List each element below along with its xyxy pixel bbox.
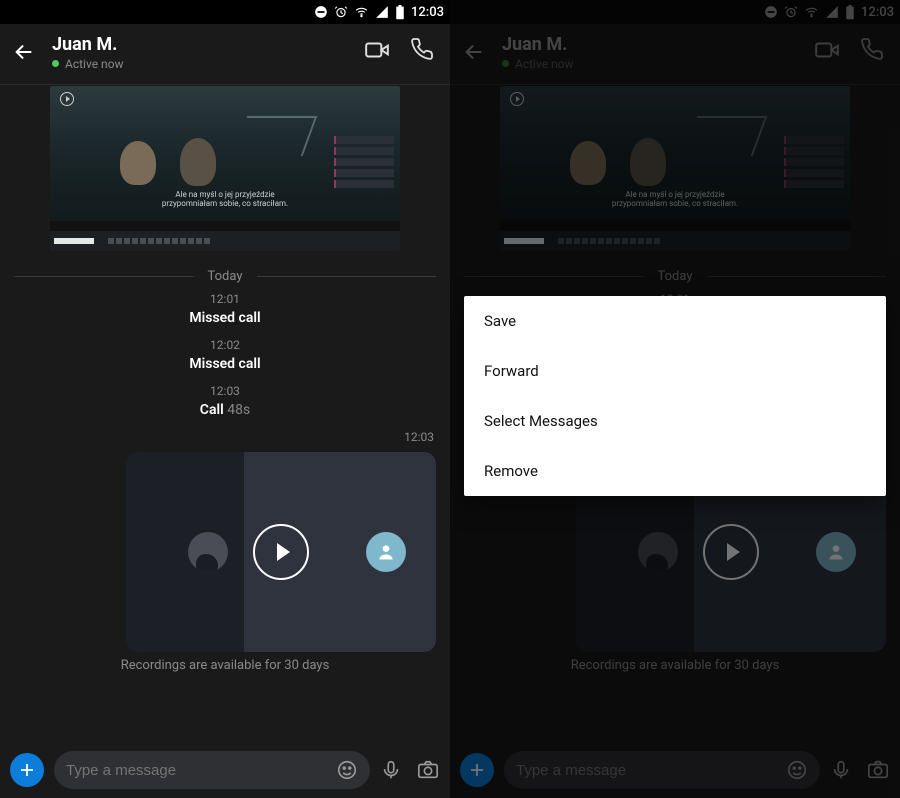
menu-item-forward[interactable]: Forward [464, 346, 886, 396]
participant-avatar [366, 532, 406, 572]
image-message[interactable]: Ale na myśl o jej przyjeździeprzypomniał… [50, 86, 400, 251]
status-time: 12:03 [411, 5, 444, 20]
alarm-icon [334, 5, 348, 19]
mic-button[interactable] [380, 759, 402, 781]
signal-icon [375, 5, 389, 19]
call-entry[interactable]: 12:01 Missed call [14, 292, 436, 326]
play-overlay-icon [60, 92, 74, 106]
call-entry[interactable]: 12:03 Call 48s [14, 384, 436, 418]
participant-avatar [188, 532, 228, 572]
call-entry[interactable]: 12:02 Missed call [14, 338, 436, 372]
menu-item-select-messages[interactable]: Select Messages [464, 396, 886, 446]
menu-item-remove[interactable]: Remove [464, 446, 886, 496]
play-button-icon[interactable] [253, 524, 309, 580]
chat-status: Active now [52, 57, 350, 71]
videocall-button[interactable] [364, 37, 390, 67]
date-separator: Today [14, 269, 436, 284]
online-dot-icon [52, 60, 59, 67]
recording-card[interactable] [126, 452, 436, 652]
statusbar: 12:03 [0, 0, 450, 24]
message-input[interactable] [66, 762, 336, 779]
menu-item-save[interactable]: Save [464, 296, 886, 346]
phone-screen-right: 12:03 Juan M. Active now Ale na myśl o j… [450, 0, 900, 798]
battery-icon [395, 5, 405, 20]
dnd-icon [314, 5, 328, 19]
chat-title-block[interactable]: Juan M. Active now [52, 34, 350, 71]
recording-timestamp: 12:03 [14, 430, 436, 444]
add-button[interactable] [10, 753, 44, 787]
recording-note: Recordings are available for 30 days [14, 658, 436, 673]
wifi-icon [354, 5, 369, 19]
chat-name: Juan M. [52, 34, 350, 55]
composer [0, 742, 450, 798]
context-menu: Save Forward Select Messages Remove [464, 296, 886, 496]
image-subtitle: Ale na myśl o jej przyjeździeprzypomniał… [162, 190, 288, 209]
message-input-wrap[interactable] [54, 751, 370, 789]
phone-screen-left: 12:03 Juan M. Active now [0, 0, 450, 798]
camera-button[interactable] [416, 759, 440, 781]
voicecall-button[interactable] [410, 37, 434, 67]
chat-header: Juan M. Active now [0, 24, 450, 80]
conversation-area[interactable]: Ale na myśl o jej przyjeździeprzypomniał… [0, 80, 450, 742]
back-button[interactable] [10, 41, 38, 63]
emoji-button[interactable] [336, 759, 358, 781]
